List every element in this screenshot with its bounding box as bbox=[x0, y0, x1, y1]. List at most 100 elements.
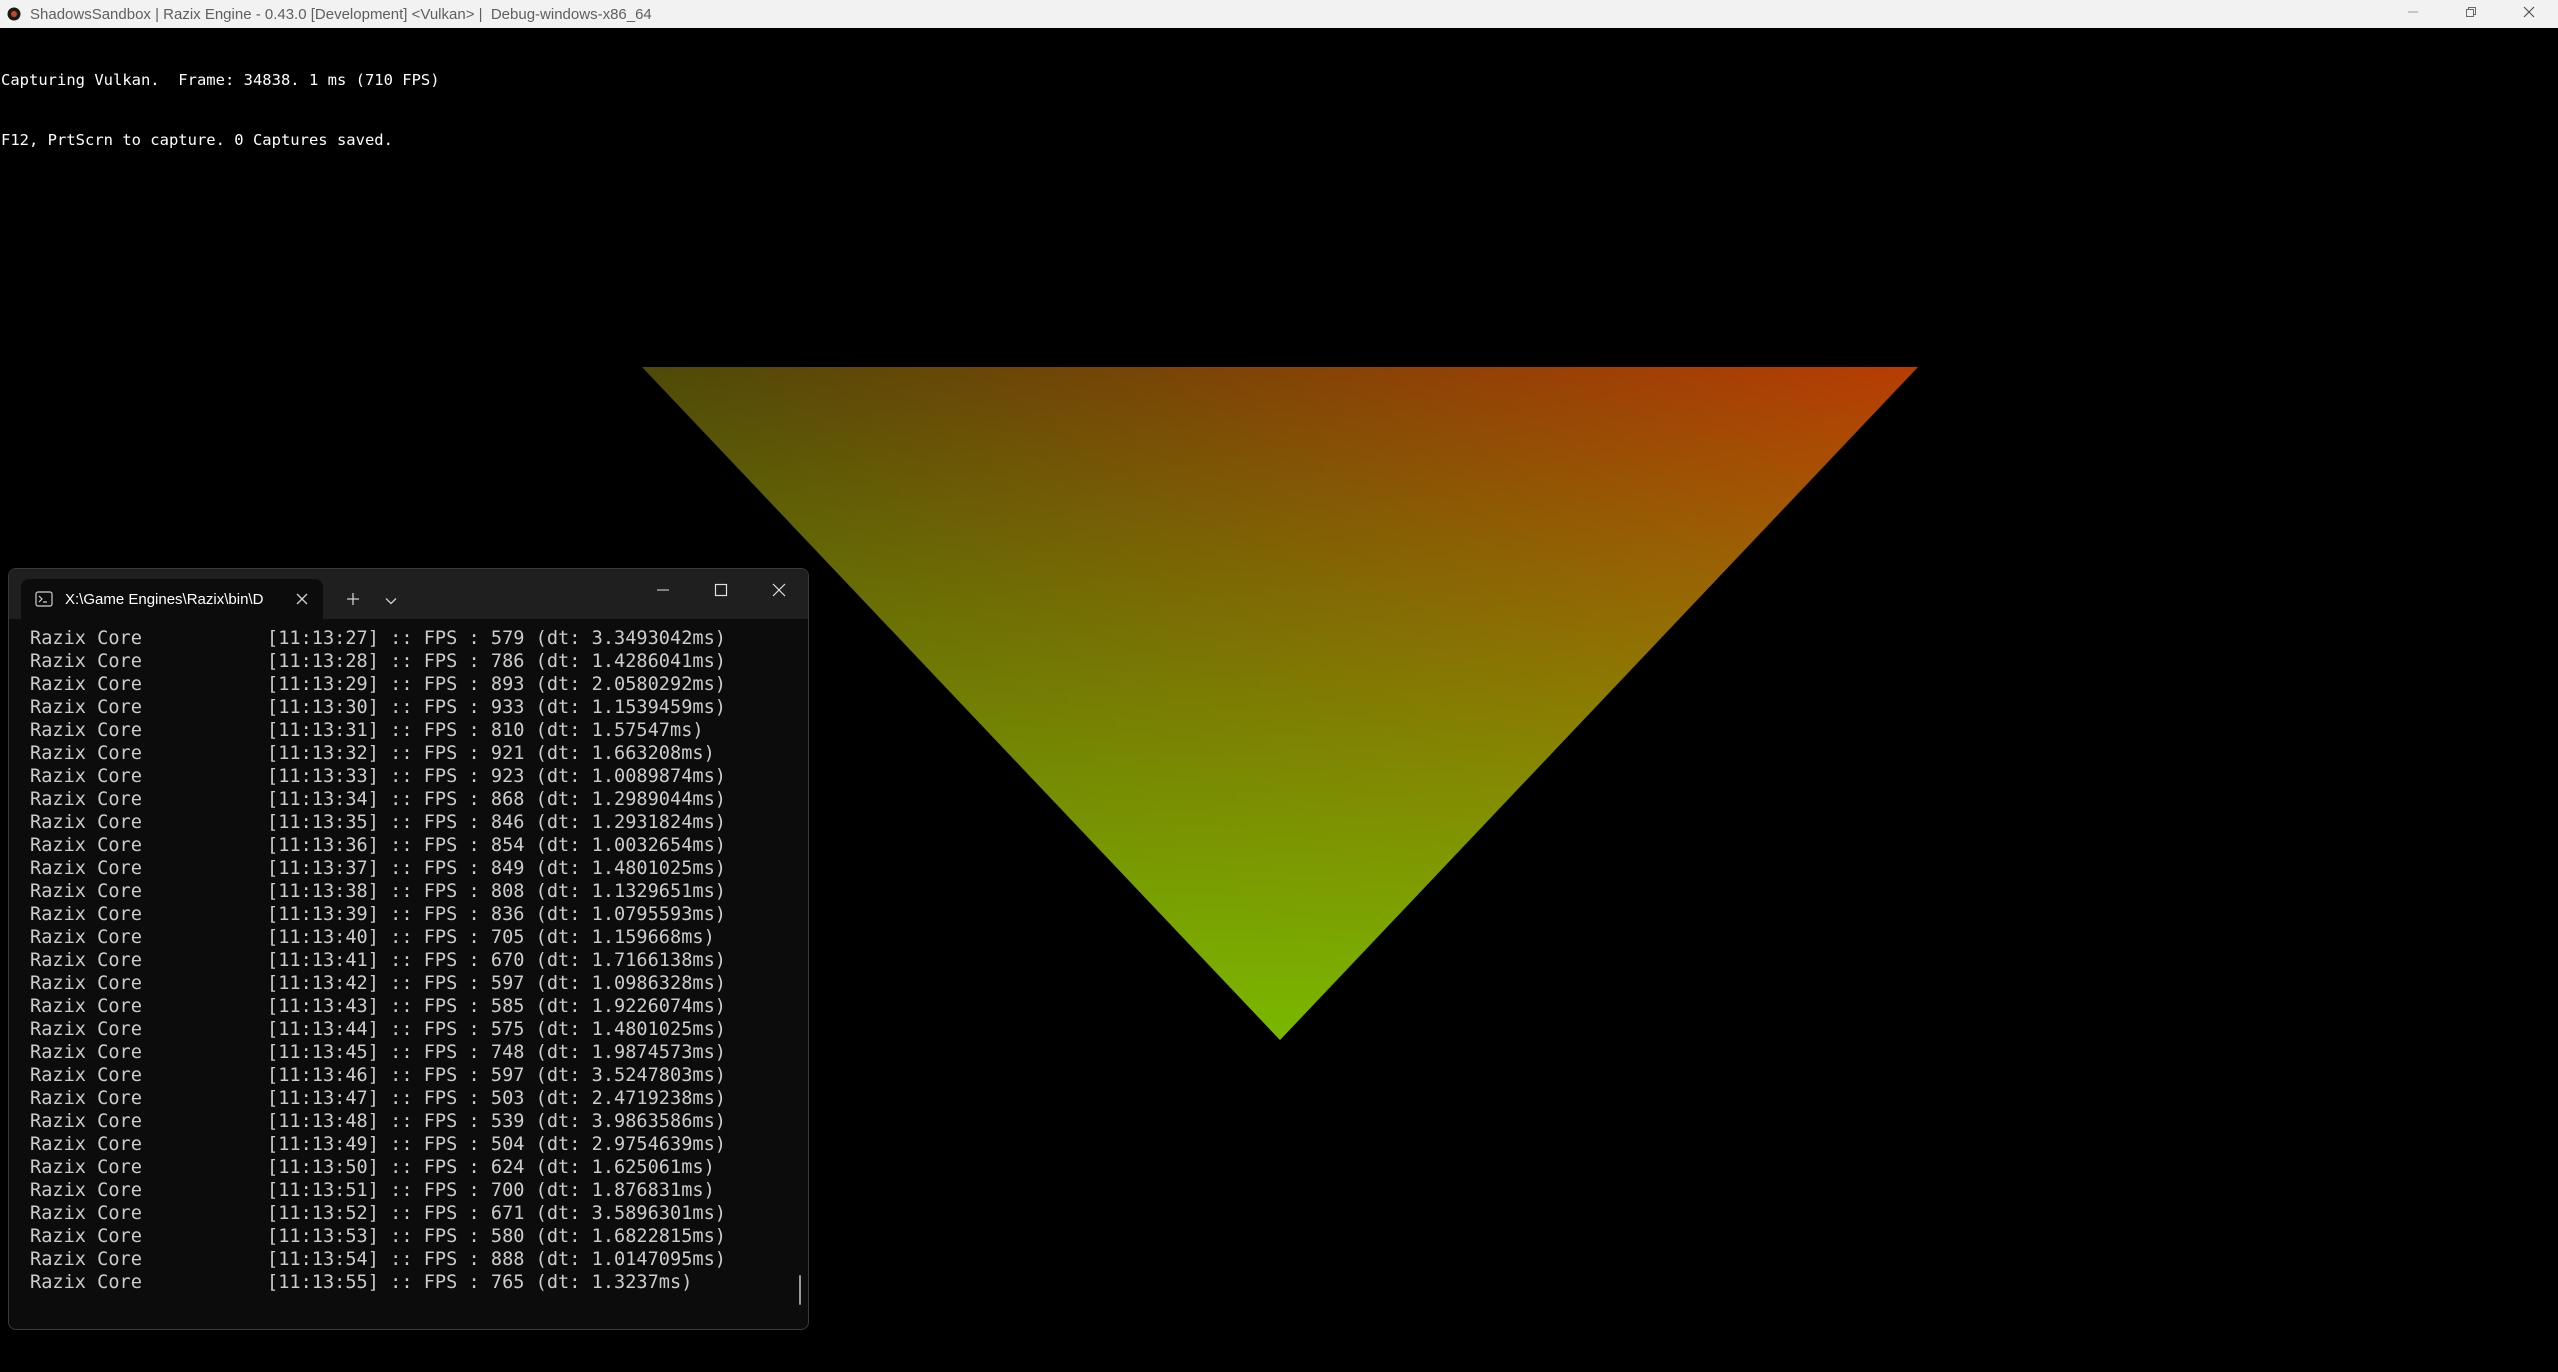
log-line: Razix Core [11:13:42] :: FPS : 597 (dt: 1… bbox=[30, 972, 790, 995]
log-line: Razix Core [11:13:41] :: FPS : 670 (dt: 1… bbox=[30, 949, 790, 972]
maximize-icon bbox=[714, 583, 728, 602]
log-line: Razix Core [11:13:40] :: FPS : 705 (dt: 1… bbox=[30, 926, 790, 949]
log-message: [11:13:28] :: FPS : 786 (dt: 1.4286041ms… bbox=[267, 651, 726, 672]
log-source: Razix Core bbox=[30, 1272, 142, 1293]
terminal-output[interactable]: Razix Core [11:13:27] :: FPS : 579 (dt: 3… bbox=[30, 627, 790, 1294]
log-line: Razix Core [11:13:52] :: FPS : 671 (dt: 3… bbox=[30, 1202, 790, 1225]
log-message: [11:13:47] :: FPS : 503 (dt: 2.4719238ms… bbox=[267, 1088, 726, 1109]
terminal-tab[interactable]: X:\Game Engines\Razix\bin\D bbox=[21, 579, 323, 619]
log-source: Razix Core bbox=[30, 1226, 142, 1247]
log-line: Razix Core [11:13:54] :: FPS : 888 (dt: 1… bbox=[30, 1248, 790, 1271]
log-source: Razix Core bbox=[30, 996, 142, 1017]
log-line: Razix Core [11:13:37] :: FPS : 849 (dt: 1… bbox=[30, 857, 790, 880]
terminal-icon bbox=[35, 591, 53, 607]
log-message: [11:13:31] :: FPS : 810 (dt: 1.57547ms) bbox=[267, 720, 704, 741]
log-source: Razix Core bbox=[30, 1088, 142, 1109]
log-message: [11:13:49] :: FPS : 504 (dt: 2.9754639ms… bbox=[267, 1134, 726, 1155]
tab-close-icon[interactable] bbox=[291, 588, 313, 610]
log-line: Razix Core [11:13:35] :: FPS : 846 (dt: 1… bbox=[30, 811, 790, 834]
log-line: Razix Core [11:13:47] :: FPS : 503 (dt: 2… bbox=[30, 1087, 790, 1110]
log-line: Razix Core [11:13:29] :: FPS : 893 (dt: 2… bbox=[30, 673, 790, 696]
log-line: Razix Core [11:13:48] :: FPS : 539 (dt: 3… bbox=[30, 1110, 790, 1133]
log-message: [11:13:40] :: FPS : 705 (dt: 1.159668ms) bbox=[267, 927, 715, 948]
log-line: Razix Core [11:13:30] :: FPS : 933 (dt: 1… bbox=[30, 696, 790, 719]
plus-icon bbox=[346, 592, 360, 611]
minimize-button[interactable] bbox=[2384, 0, 2442, 28]
log-source: Razix Core bbox=[30, 927, 142, 948]
log-line: Razix Core [11:13:43] :: FPS : 585 (dt: 1… bbox=[30, 995, 790, 1018]
app-logo-icon bbox=[6, 6, 22, 22]
log-source: Razix Core bbox=[30, 628, 142, 649]
log-source: Razix Core bbox=[30, 720, 142, 741]
log-line: Razix Core [11:13:50] :: FPS : 624 (dt: 1… bbox=[30, 1156, 790, 1179]
log-source: Razix Core bbox=[30, 1065, 142, 1086]
title-bar[interactable]: ShadowsSandbox | Razix Engine - 0.43.0 [… bbox=[0, 0, 2558, 28]
log-source: Razix Core bbox=[30, 766, 142, 787]
minimize-icon bbox=[2407, 5, 2419, 23]
log-source: Razix Core bbox=[30, 651, 142, 672]
log-message: [11:13:55] :: FPS : 765 (dt: 1.3237ms) bbox=[267, 1272, 693, 1293]
log-message: [11:13:30] :: FPS : 933 (dt: 1.1539459ms… bbox=[267, 697, 726, 718]
close-icon bbox=[2523, 5, 2535, 23]
log-source: Razix Core bbox=[30, 1134, 142, 1155]
terminal-minimize-button[interactable] bbox=[634, 569, 692, 615]
log-line: Razix Core [11:13:38] :: FPS : 808 (dt: 1… bbox=[30, 880, 790, 903]
log-message: [11:13:38] :: FPS : 808 (dt: 1.1329651ms… bbox=[267, 881, 726, 902]
log-message: [11:13:42] :: FPS : 597 (dt: 1.0986328ms… bbox=[267, 973, 726, 994]
new-tab-button[interactable] bbox=[337, 585, 369, 617]
terminal-tab-bar: X:\Game Engines\Razix\bin\D bbox=[9, 569, 808, 619]
log-message: [11:13:43] :: FPS : 585 (dt: 1.9226074ms… bbox=[267, 996, 726, 1017]
capture-overlay: Capturing Vulkan. Frame: 34838. 1 ms (71… bbox=[1, 30, 440, 190]
log-line: Razix Core [11:13:46] :: FPS : 597 (dt: 3… bbox=[30, 1064, 790, 1087]
log-message: [11:13:37] :: FPS : 849 (dt: 1.4801025ms… bbox=[267, 858, 726, 879]
log-source: Razix Core bbox=[30, 904, 142, 925]
overlay-capture-hint: F12, PrtScrn to capture. 0 Captures save… bbox=[1, 131, 393, 149]
restore-button[interactable] bbox=[2442, 0, 2500, 28]
log-message: [11:13:32] :: FPS : 921 (dt: 1.663208ms) bbox=[267, 743, 715, 764]
log-source: Razix Core bbox=[30, 1042, 142, 1063]
log-message: [11:13:41] :: FPS : 670 (dt: 1.7166138ms… bbox=[267, 950, 726, 971]
terminal-maximize-button[interactable] bbox=[692, 569, 750, 615]
terminal-close-button[interactable] bbox=[750, 569, 808, 615]
log-source: Razix Core bbox=[30, 674, 142, 695]
terminal-scrollbar[interactable] bbox=[799, 1275, 801, 1305]
minimize-icon bbox=[656, 583, 670, 602]
log-message: [11:13:51] :: FPS : 700 (dt: 1.876831ms) bbox=[267, 1180, 715, 1201]
log-line: Razix Core [11:13:44] :: FPS : 575 (dt: 1… bbox=[30, 1018, 790, 1041]
log-line: Razix Core [11:13:45] :: FPS : 748 (dt: 1… bbox=[30, 1041, 790, 1064]
window-controls bbox=[2384, 0, 2558, 28]
log-source: Razix Core bbox=[30, 973, 142, 994]
log-source: Razix Core bbox=[30, 1157, 142, 1178]
log-line: Razix Core [11:13:33] :: FPS : 923 (dt: 1… bbox=[30, 765, 790, 788]
log-source: Razix Core bbox=[30, 1249, 142, 1270]
log-message: [11:13:36] :: FPS : 854 (dt: 1.0032654ms… bbox=[267, 835, 726, 856]
log-message: [11:13:53] :: FPS : 580 (dt: 1.6822815ms… bbox=[267, 1226, 726, 1247]
log-source: Razix Core bbox=[30, 835, 142, 856]
restore-icon bbox=[2465, 5, 2477, 23]
close-button[interactable] bbox=[2500, 0, 2558, 28]
engine-window: ShadowsSandbox | Razix Engine - 0.43.0 [… bbox=[0, 0, 2558, 1372]
log-source: Razix Core bbox=[30, 812, 142, 833]
log-source: Razix Core bbox=[30, 881, 142, 902]
log-source: Razix Core bbox=[30, 1180, 142, 1201]
log-message: [11:13:35] :: FPS : 846 (dt: 1.2931824ms… bbox=[267, 812, 726, 833]
overlay-capture-status: Capturing Vulkan. Frame: 34838. 1 ms (71… bbox=[1, 71, 440, 89]
log-line: Razix Core [11:13:36] :: FPS : 854 (dt: 1… bbox=[30, 834, 790, 857]
log-source: Razix Core bbox=[30, 1019, 142, 1040]
log-line: Razix Core [11:13:55] :: FPS : 765 (dt: 1… bbox=[30, 1271, 790, 1294]
profile-dropdown-button[interactable] bbox=[375, 585, 407, 617]
log-line: Razix Core [11:13:28] :: FPS : 786 (dt: 1… bbox=[30, 650, 790, 673]
log-line: Razix Core [11:13:51] :: FPS : 700 (dt: 1… bbox=[30, 1179, 790, 1202]
log-line: Razix Core [11:13:27] :: FPS : 579 (dt: 3… bbox=[30, 627, 790, 650]
log-line: Razix Core [11:13:34] :: FPS : 868 (dt: 1… bbox=[30, 788, 790, 811]
log-message: [11:13:52] :: FPS : 671 (dt: 3.5896301ms… bbox=[267, 1203, 726, 1224]
log-message: [11:13:29] :: FPS : 893 (dt: 2.0580292ms… bbox=[267, 674, 726, 695]
log-source: Razix Core bbox=[30, 789, 142, 810]
log-message: [11:13:44] :: FPS : 575 (dt: 1.4801025ms… bbox=[267, 1019, 726, 1040]
triangle-base-fill bbox=[642, 367, 1918, 1040]
terminal-window[interactable]: X:\Game Engines\Razix\bin\D Razix Core [… bbox=[8, 568, 809, 1330]
terminal-window-controls bbox=[634, 569, 808, 619]
log-source: Razix Core bbox=[30, 743, 142, 764]
log-source: Razix Core bbox=[30, 858, 142, 879]
window-title: ShadowsSandbox | Razix Engine - 0.43.0 [… bbox=[30, 5, 652, 23]
